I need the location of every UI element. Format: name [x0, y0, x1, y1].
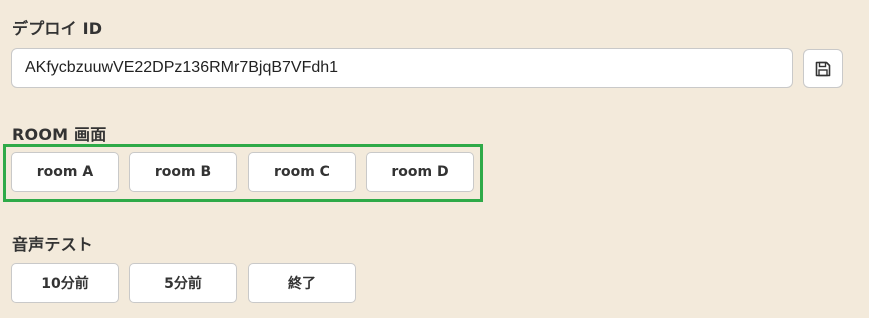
room-d-button[interactable]: room D	[366, 152, 474, 192]
audio-test-title: 音声テスト	[12, 235, 94, 254]
save-button[interactable]	[803, 49, 843, 88]
room-screen-title: ROOM 画面	[12, 125, 107, 144]
floppy-disk-icon	[814, 60, 832, 78]
room-b-button[interactable]: room B	[129, 152, 237, 192]
deploy-id-title: デプロイ ID	[12, 19, 103, 38]
five-minutes-before-button[interactable]: 5分前	[129, 263, 237, 303]
end-button[interactable]: 終了	[248, 263, 356, 303]
room-c-button[interactable]: room C	[248, 152, 356, 192]
deploy-id-input[interactable]	[11, 48, 793, 88]
ten-minutes-before-button[interactable]: 10分前	[11, 263, 119, 303]
room-a-button[interactable]: room A	[11, 152, 119, 192]
